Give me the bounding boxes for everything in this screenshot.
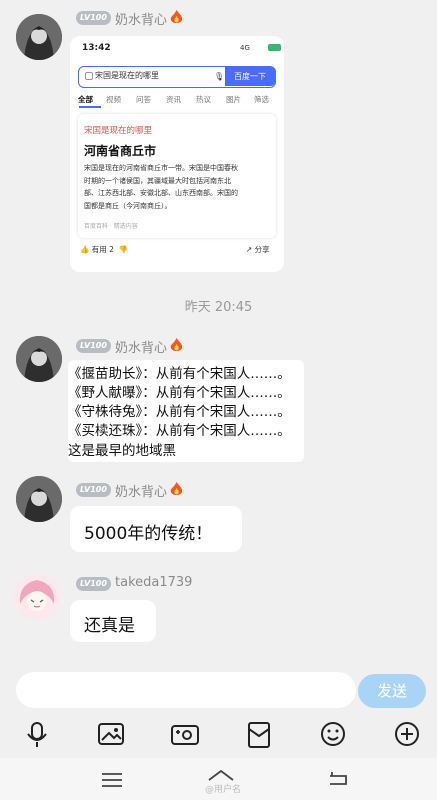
message-text: 还真是 (84, 616, 135, 636)
message-line: 《野人献曝》：从前有个宋国人……。 (68, 385, 291, 401)
shared-screenshot[interactable]: 13:42 4G 宋国是现在的哪里 🎙 百度一下 全部 视频 问答 资讯 热议 … (70, 36, 284, 272)
message-input[interactable] (16, 672, 356, 708)
plus-icon[interactable] (392, 720, 422, 748)
message-line: 《买椟还珠》：从前有个宋国人……。 (68, 423, 291, 439)
search-box: 宋国是现在的哪里 🎙 百度一下 (78, 66, 276, 88)
camera-icon[interactable] (170, 720, 200, 748)
result-question: 宋国是现在的哪里 (84, 126, 153, 136)
username[interactable]: 奶水背心 (115, 337, 167, 356)
tab-images: 图片 (226, 95, 241, 104)
result-answer: 河南省商丘市 (84, 144, 157, 158)
avatar-takeda[interactable] (14, 574, 60, 620)
username[interactable]: 奶水背心 (115, 481, 167, 500)
menu-icon[interactable] (100, 772, 124, 788)
fire-icon (170, 338, 183, 351)
signal-status: 4G (240, 44, 250, 52)
result-source: 百度百科 · 精选内容 (84, 223, 138, 230)
avatar-naishui[interactable] (16, 14, 62, 60)
mic-icon: 🎙 (214, 72, 225, 81)
voice-icon[interactable] (22, 720, 52, 748)
timestamp: 昨天 20:45 (184, 300, 253, 315)
message-line: 《揠苗助长》：从前有个宋国人……。 (68, 366, 291, 382)
search-query: 宋国是现在的哪里 (95, 71, 159, 80)
level-badge: LV100 (76, 339, 111, 353)
fire-icon (170, 482, 183, 495)
message-line: 《守株待兔》：从前有个宋国人……。 (68, 404, 291, 420)
tab-news: 资讯 (166, 95, 181, 104)
avatar-naishui[interactable] (16, 336, 62, 382)
username[interactable]: 奶水背心 (115, 9, 167, 28)
message-text: 5000年的传统！ (84, 524, 213, 544)
username[interactable]: takeda1739 (115, 575, 192, 590)
red-packet-icon[interactable] (244, 720, 274, 748)
tab-underline (79, 106, 101, 108)
fire-icon (170, 10, 183, 23)
tab-video: 视频 (106, 95, 121, 104)
watermark: @用户名 (205, 785, 242, 795)
image-icon[interactable] (96, 720, 126, 748)
screenshot-time: 13:42 (82, 43, 111, 53)
tab-qa: 问答 (136, 95, 151, 104)
share-button: ↗ 分享 (246, 245, 270, 254)
level-badge: LV100 (76, 11, 111, 25)
level-badge: LV100 (76, 577, 111, 591)
avatar-naishui[interactable] (16, 476, 62, 522)
message-bubble[interactable]: 5000年的传统！ (70, 506, 242, 552)
camera-icon (85, 72, 93, 80)
tab-all: 全部 (78, 95, 93, 104)
tab-filter: 筛选 (254, 95, 269, 104)
search-button: 百度一下 (225, 67, 275, 86)
useful-button: 👍 有用 2 👎 (80, 245, 128, 254)
tab-hot: 热议 (196, 95, 211, 104)
back-icon[interactable] (326, 770, 350, 788)
message-bubble[interactable]: 还真是 (70, 600, 156, 642)
emoji-icon[interactable] (318, 720, 348, 748)
message-line: 这是最早的地域黑 (68, 443, 176, 459)
send-button[interactable]: 发送 (358, 674, 426, 708)
result-paragraph: 宋国是现在的河南省商丘市一带。宋国是中国春秋 时期的一个诸侯国，其疆域最大时包括… (84, 164, 238, 210)
result-card: 宋国是现在的哪里 河南省商丘市 宋国是现在的河南省商丘市一带。宋国是中国春秋 时… (78, 114, 276, 238)
message-bubble[interactable]: 《揠苗助长》：从前有个宋国人……。 《野人献曝》：从前有个宋国人……。 《守株待… (68, 360, 304, 462)
battery-icon (268, 44, 281, 51)
level-badge: LV100 (76, 483, 111, 497)
